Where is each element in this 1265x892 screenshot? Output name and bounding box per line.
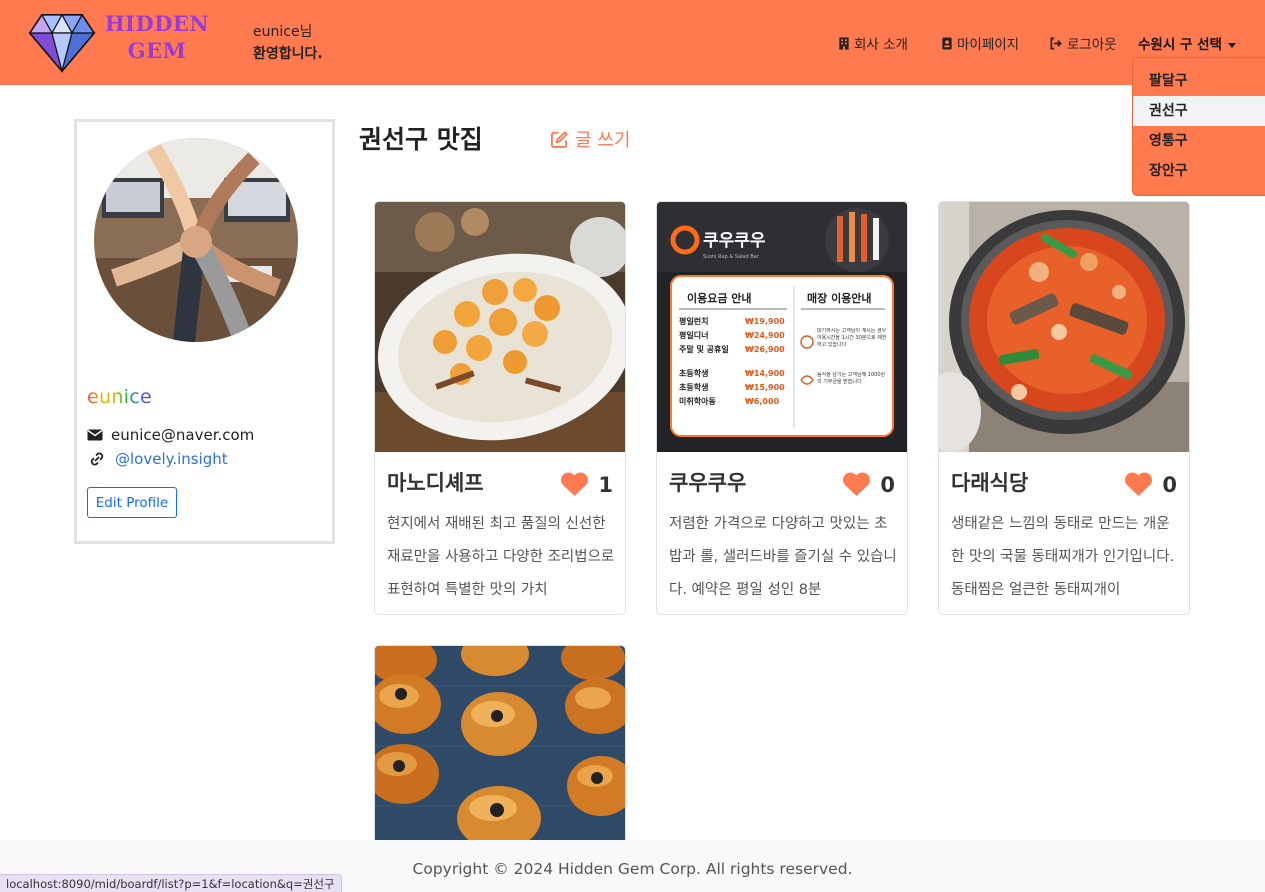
profile-email: eunice@naver.com <box>111 426 255 444</box>
write-post-label: 글 쓰기 <box>575 130 631 151</box>
diamond-logo-icon[interactable] <box>28 11 96 73</box>
menu-row-price: ₩6,000 <box>745 397 780 406</box>
nav-company[interactable]: 회사 소개 <box>838 33 908 53</box>
card-image <box>375 646 625 864</box>
page-title: 권선구 맛집 <box>359 125 483 154</box>
card-image <box>375 202 625 452</box>
link-icon <box>90 452 104 466</box>
avatar <box>94 138 298 342</box>
menu-row-label: 평일디너 <box>679 330 708 340</box>
like-count-value: 1 <box>598 472 613 497</box>
restaurant-card[interactable] <box>374 645 626 865</box>
logo-line-1: HIDDEN <box>104 11 210 36</box>
card-description: 현지에서 재배된 최고 품질의 신선한 재료만을 사용하고 다양한 조리법으로 … <box>387 516 615 598</box>
menu-row-label: 초등학생 <box>679 382 708 392</box>
status-bar-url: localhost:8090/mid/boardf/list?p=1&f=loc… <box>0 874 342 892</box>
profile-card: eunice eunice@naver.com @lovely.insight … <box>74 119 335 544</box>
nav-mypage[interactable]: 마이페이지 <box>941 33 1019 53</box>
nav-logout-label: 로그아웃 <box>1067 37 1117 53</box>
menu-row-label: 주말 및 공휴일 <box>679 344 729 354</box>
card-title: 쿠우쿠우 <box>669 471 747 495</box>
nav-mypage-label: 마이페이지 <box>957 37 1020 53</box>
card-title: 다래식당 <box>951 471 1029 495</box>
profile-username: eunice <box>87 386 152 408</box>
id-badge-icon <box>942 36 952 50</box>
nav-logout[interactable]: 로그아웃 <box>1049 33 1117 53</box>
like-count-value: 0 <box>880 472 895 497</box>
district-select-label: 수원시 구 선택 <box>1138 37 1222 53</box>
building-icon <box>839 36 849 50</box>
dropdown-item-gwonseon[interactable]: 권선구 <box>1133 96 1265 126</box>
like-count[interactable]: 0 <box>1124 472 1177 497</box>
menu-row-price: ₩24,900 <box>745 331 785 340</box>
restaurant-card[interactable]: 마노디셰프 1 현지에서 재배된 최고 품질의 신선한 재료만을 사용하고 다양… <box>374 201 626 615</box>
username-text: eunice <box>87 386 152 408</box>
dropdown-item-jangan[interactable]: 장안구 <box>1133 156 1265 186</box>
menu-brand: 쿠우쿠우 <box>703 231 766 251</box>
write-post-link[interactable]: 글 쓰기 <box>550 126 630 152</box>
menu-row-label: 초등학생 <box>679 368 708 378</box>
like-count[interactable]: 1 <box>560 472 613 497</box>
menu-row-price: ₩26,900 <box>745 345 785 354</box>
menu-info-1: 대기하시는 고객님이 계시는 경우 이용시간을 1시간 30분으로 제한하고 있… <box>817 328 887 348</box>
menu-info-2: 음식을 남기는 고객님께 1000원의 기부금을 받습니다 <box>817 372 886 385</box>
welcome-username: eunice님 <box>253 24 313 40</box>
district-select-toggle[interactable]: 수원시 구 선택 <box>1138 33 1236 53</box>
district-dropdown-menu: 팔달구 권선구 영통구 장안구 <box>1132 57 1265 196</box>
welcome-greeting: 환영합니다. <box>253 46 323 62</box>
card-image: 쿠우쿠우 Sushi Rap & Salad Bar 이용요금 안내 매장 이용… <box>657 202 907 452</box>
profile-link-row[interactable]: @lovely.insight <box>87 450 228 468</box>
navbar: HIDDEN GEM eunice님 환영합니다. 회사 소개 마이페이지 로그… <box>0 0 1265 85</box>
profile-link[interactable]: @lovely.insight <box>115 450 228 468</box>
profile-email-row: eunice@naver.com <box>87 426 254 444</box>
pen-to-square-icon <box>550 130 568 148</box>
logo-text[interactable]: HIDDEN GEM <box>104 10 210 64</box>
card-description: 생태같은 느낌의 동태로 만드는 개운한 맛의 국물 동태찌개가 인기입니다. … <box>951 516 1175 598</box>
nav-company-label: 회사 소개 <box>854 37 908 53</box>
menu-row-price: ₩14,900 <box>745 369 785 378</box>
menu-row-label: 미취학아동 <box>679 396 716 406</box>
card-description: 저렴한 가격으로 다양하고 맛있는 초밥과 롤, 샐러드바를 즐기실 수 있습니… <box>669 516 897 598</box>
bread-buns-photo <box>375 646 625 864</box>
card-image <box>939 202 1189 452</box>
envelope-icon <box>87 429 103 441</box>
menu-right-title: 매장 이용안내 <box>807 291 872 305</box>
footer-copyright: Copyright © 2024 Hidden Gem Corp. All ri… <box>412 860 853 878</box>
dropdown-item-paldal[interactable]: 팔달구 <box>1133 66 1265 96</box>
heart-icon <box>843 472 871 496</box>
page: HIDDEN GEM eunice님 환영합니다. 회사 소개 마이페이지 로그… <box>0 0 1265 892</box>
restaurant-card[interactable]: 쿠우쿠우 Sushi Rap & Salad Bar 이용요금 안내 매장 이용… <box>656 201 908 615</box>
menu-row-price: ₩15,900 <box>745 383 785 392</box>
restaurant-card[interactable]: 다래식당 0 생태같은 느낌의 동태로 만드는 개운한 맛의 국물 동태찌개가 … <box>938 201 1190 615</box>
edit-profile-button[interactable]: Edit Profile <box>87 487 177 518</box>
menu-row-label: 평일런치 <box>679 316 708 326</box>
like-count[interactable]: 0 <box>842 472 895 497</box>
like-count-value: 0 <box>1162 472 1177 497</box>
menu-row-price: ₩19,900 <box>745 317 785 326</box>
heart-icon <box>561 472 589 496</box>
card-title: 마노디셰프 <box>387 471 484 495</box>
heart-icon <box>1125 472 1153 496</box>
menu-left-title: 이용요금 안내 <box>687 291 752 305</box>
caret-down-icon <box>1227 42 1236 48</box>
sign-out-icon <box>1050 37 1062 49</box>
welcome-message: eunice님 환영합니다. <box>253 21 323 65</box>
dropdown-item-yeongtong[interactable]: 영통구 <box>1133 126 1265 156</box>
avatar-photo <box>94 138 298 342</box>
logo-line-2: GEM <box>127 38 187 63</box>
menu-subtitle: Sushi Rap & Salad Bar <box>703 254 760 260</box>
